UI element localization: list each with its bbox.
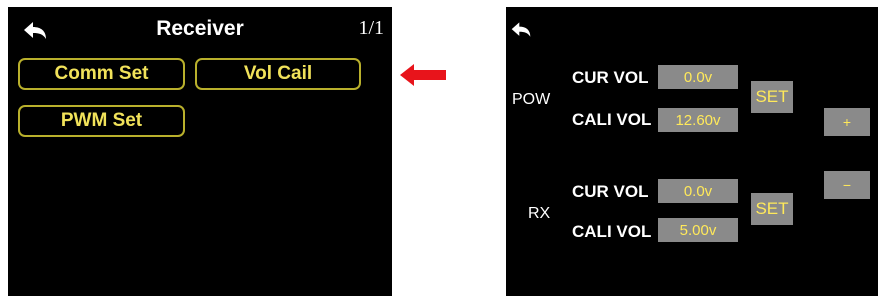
vol-cail-button[interactable]: Vol Cail (195, 58, 361, 90)
screen-title: Receiver (156, 17, 244, 40)
rx-cur-vol-value: 0.0v (658, 179, 738, 203)
rx-group-label: RX (528, 205, 551, 222)
pow-cali-vol-label: CALI VOL (572, 110, 652, 129)
receiver-screen: Receiver 1/1 Comm Set Vol Cail PWM Set (8, 7, 392, 296)
back-arrow-icon[interactable] (510, 21, 532, 39)
pwm-set-button[interactable]: PWM Set (18, 105, 185, 137)
pow-group-label: POW (512, 91, 551, 108)
comm-set-button[interactable]: Comm Set (18, 58, 185, 90)
rx-cali-vol-value[interactable]: 5.00v (658, 218, 738, 242)
page-indicator: 1/1 (358, 17, 384, 39)
pow-set-button[interactable]: SET (751, 81, 793, 113)
rx-cali-vol-label: CALI VOL (572, 222, 652, 241)
vol-cali-screen: POW CUR VOL 0.0v CALI VOL 12.60v SET RX … (506, 7, 878, 296)
left-arrow-icon (400, 64, 446, 91)
pow-cur-vol-value: 0.0v (658, 65, 738, 89)
plus-button[interactable]: + (824, 108, 870, 136)
rx-set-button[interactable]: SET (751, 193, 793, 225)
pow-cur-vol-label: CUR VOL (572, 68, 649, 87)
rx-cur-vol-label: CUR VOL (572, 182, 649, 201)
pow-cali-vol-value[interactable]: 12.60v (658, 108, 738, 132)
minus-button[interactable]: − (824, 171, 870, 199)
